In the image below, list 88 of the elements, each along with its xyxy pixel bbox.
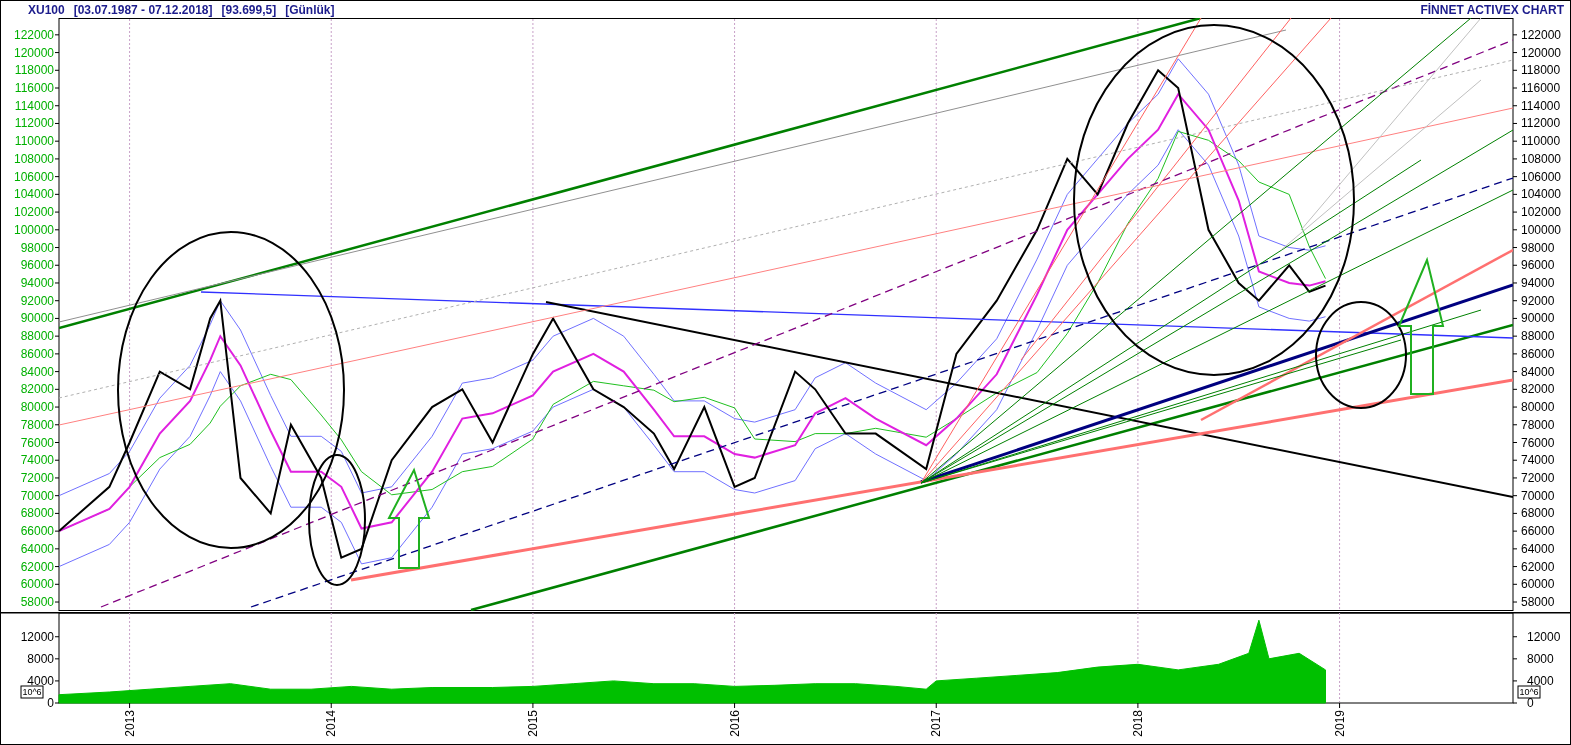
axis-label: 68000 [20,506,54,521]
axis-label: 70000 [1521,488,1555,503]
axis-label: 96000 [1521,258,1555,273]
axis-label: 110000 [14,134,54,149]
axis-label: 86000 [1521,346,1555,361]
axis-label: 112000 [1521,116,1561,131]
year-label: 2019 [1332,710,1347,737]
year-label: 2015 [525,710,540,737]
last-value-label: [93.699,5] [221,2,277,17]
axis-label: 72000 [1521,470,1555,485]
axis-label: 12000 [1527,629,1561,644]
axis-label: 78000 [20,417,54,432]
axis-label: 92000 [20,293,54,308]
axis-label: 118000 [14,63,54,78]
axis-label: 74000 [1521,453,1555,468]
axis-label: 76000 [20,435,54,450]
axis-label: 8000 [27,651,54,666]
axis-label: 104000 [1521,187,1562,202]
axis-label: 100000 [13,222,54,237]
year-label: 2014 [324,710,339,737]
axis-label: 86000 [20,346,54,361]
axis-label: 90000 [1521,311,1555,326]
axis-label: 114000 [14,98,54,113]
axis-label: 0 [47,696,54,710]
axis-label: 108000 [1521,151,1562,166]
axis-label: 64000 [20,541,54,556]
axis-label: 82000 [1521,382,1555,397]
axis-label: 60000 [20,577,54,592]
date-range-label: [03.07.1987 - 07.12.2018] [73,2,213,17]
axis-label: 118000 [1521,63,1561,78]
axis-label: 74000 [20,453,54,468]
axis-label: 4000 [27,673,54,688]
axis-label: 122000 [1521,27,1562,42]
axis-label: 106000 [13,169,54,184]
axis-label: 76000 [1521,435,1555,450]
period-label: [Günlük] [285,2,335,17]
axis-label: 12000 [20,629,54,644]
axis-label: 102000 [13,205,54,220]
unit-tag: 10^6 [20,685,44,699]
axis-label: 82000 [20,382,54,397]
axis-label: 120000 [1521,45,1562,60]
axis-label: 80000 [1521,400,1555,415]
axis-label: 88000 [20,329,54,344]
axis-label: 102000 [1521,205,1562,220]
axis-label: 110000 [1521,134,1561,149]
axis-label: 116000 [1521,81,1561,95]
axis-label: 62000 [20,559,54,574]
year-label: 2013 [122,710,137,737]
axis-label: 68000 [1521,506,1555,521]
axis-label: 72000 [20,470,54,485]
axis-label: 58000 [1521,595,1555,609]
axis-label: 116000 [14,81,54,95]
axis-label: 8000 [1527,651,1554,666]
axis-label: 78000 [1521,417,1555,432]
symbol-label: XU100 [28,2,65,17]
axis-label: 0 [1527,696,1534,710]
axis-label: 94000 [20,276,54,290]
axis-label: 96000 [20,258,54,273]
axis-label: 114000 [1521,98,1561,113]
axis-label: 100000 [1521,222,1562,237]
brand-label: FİNNET ACTIVEX CHART [1420,2,1564,17]
axis-label: 62000 [1521,559,1555,574]
axis-label: 60000 [1521,577,1555,592]
axis-label: 66000 [20,524,54,539]
axis-label: 90000 [20,311,54,326]
axis-label: 92000 [1521,293,1555,308]
axis-label: 70000 [20,488,54,503]
axis-label: 80000 [20,400,54,415]
year-label: 2018 [1130,710,1145,737]
axis-label: 112000 [14,116,54,131]
axis-label: 108000 [13,151,54,166]
axis-label: 84000 [1521,364,1555,379]
axis-label: 58000 [20,595,54,609]
axis-label: 66000 [1521,524,1555,539]
axis-label: 4000 [1527,673,1554,688]
axis-label: 98000 [1521,240,1555,255]
axis-label: 122000 [13,27,54,42]
year-label: 2017 [929,710,944,737]
year-label: 2016 [727,710,742,737]
axis-label: 64000 [1521,541,1555,556]
axis-label: 106000 [1521,169,1562,184]
axis-label: 98000 [20,240,54,255]
axis-label: 84000 [20,364,54,379]
unit-tag: 10^6 [1517,685,1541,699]
axis-label: 88000 [1521,329,1555,344]
axis-label: 104000 [13,187,54,202]
axis-label: 120000 [13,45,54,60]
axis-label: 94000 [1521,276,1555,290]
